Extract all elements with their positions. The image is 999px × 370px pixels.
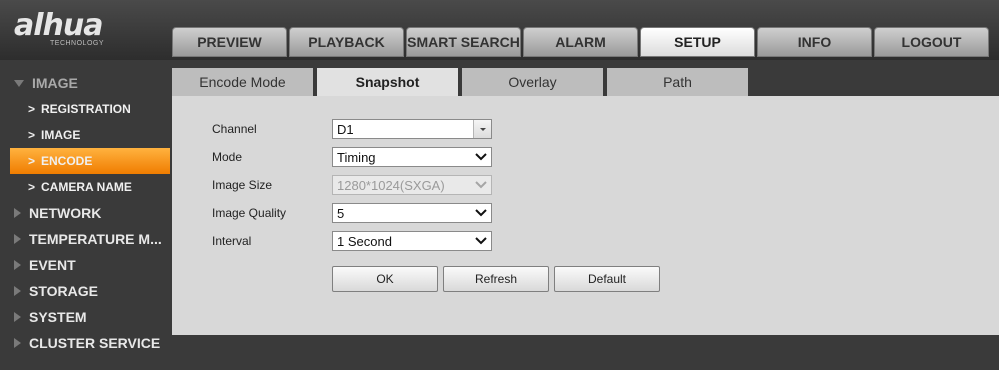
image-quality-label: Image Quality: [212, 206, 287, 220]
sidebar-section-temperature[interactable]: TEMPERATURE M...: [0, 226, 172, 252]
channel-row: Channel D1: [212, 119, 492, 139]
logo-wordmark: alhua: [14, 8, 103, 43]
image-size-value: 1280*1024(SXGA): [337, 177, 445, 193]
sidebar-item-registration[interactable]: > REGISTRATION: [0, 96, 172, 122]
image-size-row: Image Size 1280*1024(SXGA): [212, 175, 492, 195]
sidebar-section-image[interactable]: IMAGE: [0, 70, 172, 96]
chevron-right-icon: >: [28, 154, 36, 168]
sidebar-section-label: TEMPERATURE M...: [29, 231, 162, 247]
mode-select[interactable]: Timing: [332, 147, 492, 167]
collapsed-triangle-icon: [14, 260, 21, 270]
chevron-right-icon: >: [28, 128, 36, 142]
collapsed-triangle-icon: [14, 312, 21, 322]
sidebar-item-label: CAMERA NAME: [41, 180, 132, 194]
chevron-right-icon: >: [28, 180, 36, 194]
chevron-down-icon: [475, 209, 487, 217]
sidebar-item-encode[interactable]: > ENCODE: [10, 148, 170, 174]
footer-strip: [172, 335, 999, 370]
sidebar-item-label: REGISTRATION: [41, 102, 131, 116]
collapsed-triangle-icon: [14, 234, 21, 244]
sidebar-item-camera-name[interactable]: > CAMERA NAME: [0, 174, 172, 200]
channel-label: Channel: [212, 122, 257, 136]
sidebar-section-label: SYSTEM: [29, 309, 87, 325]
chevron-down-icon: [480, 128, 486, 131]
collapsed-triangle-icon: [14, 208, 21, 218]
logo-tagline: TECHNOLOGY: [50, 40, 105, 47]
sidebar-item-label: ENCODE: [41, 154, 93, 168]
dropdown-button[interactable]: [473, 120, 491, 138]
mode-row: Mode Timing: [212, 147, 492, 167]
sidebar-section-label: NETWORK: [29, 205, 102, 221]
chevron-down-icon: [475, 181, 487, 189]
sidebar-section-label: STORAGE: [29, 283, 98, 299]
tab-preview[interactable]: PREVIEW: [172, 27, 287, 57]
tab-logout[interactable]: LOGOUT: [874, 27, 989, 57]
expanded-triangle-icon: [14, 79, 24, 87]
image-size-label: Image Size: [212, 178, 273, 192]
refresh-button[interactable]: Refresh: [443, 266, 549, 292]
image-size-select: 1280*1024(SXGA): [332, 175, 492, 195]
tab-snapshot[interactable]: Snapshot: [317, 68, 458, 96]
tab-overlay[interactable]: Overlay: [462, 68, 603, 96]
collapsed-triangle-icon: [14, 338, 21, 348]
tab-info[interactable]: INFO: [757, 27, 872, 57]
setup-sidebar: IMAGE > REGISTRATION > IMAGE > ENCODE > …: [0, 70, 172, 370]
encode-subtabs: Encode Mode Snapshot Overlay Path: [172, 68, 752, 96]
channel-value: D1: [337, 121, 354, 137]
tab-setup[interactable]: SETUP: [640, 27, 755, 57]
interval-row: Interval 1 Second: [212, 231, 492, 251]
interval-value: 1 Second: [337, 233, 392, 249]
brand-logo: alhua TECHNOLOGY: [14, 8, 146, 50]
main-nav: PREVIEW PLAYBACK SMART SEARCH ALARM SETU…: [172, 27, 991, 57]
chevron-down-icon: [475, 153, 487, 161]
ok-button[interactable]: OK: [332, 266, 438, 292]
channel-select[interactable]: D1: [332, 119, 492, 139]
tab-path[interactable]: Path: [607, 68, 748, 96]
tab-encode-mode[interactable]: Encode Mode: [172, 68, 313, 96]
sidebar-item-label: IMAGE: [41, 128, 81, 142]
top-header: alhua TECHNOLOGY PREVIEW PLAYBACK SMART …: [0, 0, 999, 60]
sidebar-section-system[interactable]: SYSTEM: [0, 304, 172, 330]
sidebar-item-image[interactable]: > IMAGE: [0, 122, 172, 148]
image-quality-row: Image Quality 5: [212, 203, 492, 223]
mode-label: Mode: [212, 150, 243, 164]
snapshot-settings-panel: Channel D1 Mode Timing Image Size 1280*1…: [172, 96, 999, 335]
mode-value: Timing: [337, 149, 376, 165]
interval-select[interactable]: 1 Second: [332, 231, 492, 251]
sidebar-section-label: IMAGE: [32, 75, 78, 91]
image-quality-select[interactable]: 5: [332, 203, 492, 223]
default-button[interactable]: Default: [554, 266, 660, 292]
image-quality-value: 5: [337, 205, 345, 221]
sidebar-section-storage[interactable]: STORAGE: [0, 278, 172, 304]
chevron-down-icon: [475, 237, 487, 245]
tab-playback[interactable]: PLAYBACK: [289, 27, 404, 57]
sidebar-section-label: EVENT: [29, 257, 76, 273]
sidebar-section-label: CLUSTER SERVICE: [29, 335, 161, 351]
sidebar-section-network[interactable]: NETWORK: [0, 200, 172, 226]
chevron-right-icon: >: [28, 102, 36, 116]
collapsed-triangle-icon: [14, 286, 21, 296]
sidebar-section-cluster-service[interactable]: CLUSTER SERVICE: [0, 330, 172, 356]
tab-alarm[interactable]: ALARM: [523, 27, 638, 57]
interval-label: Interval: [212, 234, 252, 248]
tab-smart-search[interactable]: SMART SEARCH: [406, 27, 521, 57]
sidebar-section-event[interactable]: EVENT: [0, 252, 172, 278]
